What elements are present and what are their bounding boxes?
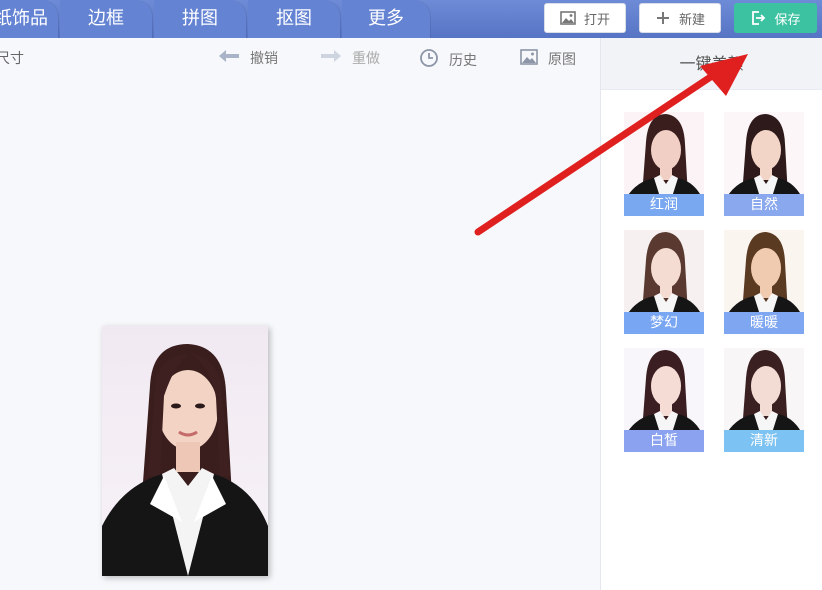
top-bar: 纸饰品 边框 拼图 抠图 更多 打开 新建 保存 (0, 0, 822, 38)
portrait-photo[interactable] (102, 326, 268, 576)
filter-label: 白皙 (624, 430, 704, 452)
arrow-left-icon (218, 49, 240, 67)
picture-icon (520, 48, 538, 70)
history-button[interactable]: 历史 (419, 48, 477, 72)
tab-cutout[interactable]: 抠图 (248, 0, 340, 38)
save-label: 保存 (774, 12, 801, 28)
filter-thumb-2[interactable]: 梦幻 (624, 230, 704, 334)
redo-label: 重做 (352, 51, 380, 67)
filter-thumb-4[interactable]: 白皙 (624, 348, 704, 452)
tab-more[interactable]: 更多 (342, 0, 430, 38)
new-button[interactable]: 新建 (639, 3, 721, 33)
panel-title: 一键美颜 (601, 38, 822, 90)
export-icon (750, 10, 766, 26)
history-label: 历史 (449, 53, 477, 69)
arrow-right-icon (320, 49, 342, 67)
filter-label: 清新 (724, 430, 804, 452)
clock-icon (419, 48, 439, 72)
filter-thumb-3[interactable]: 暖暖 (724, 230, 804, 334)
undo-label: 撤销 (250, 51, 278, 67)
filter-label: 红润 (624, 194, 704, 216)
redo-button[interactable]: 重做 (320, 48, 380, 68)
original-button[interactable]: 原图 (520, 48, 576, 70)
new-label: 新建 (678, 12, 705, 28)
plus-icon (655, 10, 671, 26)
tab-paper-decor[interactable]: 纸饰品 (0, 0, 58, 38)
filter-thumb-0[interactable]: 红润 (624, 112, 704, 216)
filter-label: 自然 (724, 194, 804, 216)
size-label[interactable]: 尺寸 (0, 48, 24, 68)
canvas-area (0, 38, 600, 590)
open-button[interactable]: 打开 (544, 3, 626, 33)
tab-border[interactable]: 边框 (60, 0, 152, 38)
undo-button[interactable]: 撤销 (218, 48, 278, 68)
nav-tabs: 纸饰品 边框 拼图 抠图 更多 (0, 0, 432, 38)
original-label: 原图 (548, 52, 576, 68)
open-label: 打开 (583, 12, 610, 28)
image-icon (560, 10, 576, 26)
filter-thumb-1[interactable]: 自然 (724, 112, 804, 216)
filter-label: 梦幻 (624, 312, 704, 334)
tab-collage[interactable]: 拼图 (154, 0, 246, 38)
filter-label: 暖暖 (724, 312, 804, 334)
filter-thumb-5[interactable]: 清新 (724, 348, 804, 452)
save-button[interactable]: 保存 (734, 3, 817, 33)
